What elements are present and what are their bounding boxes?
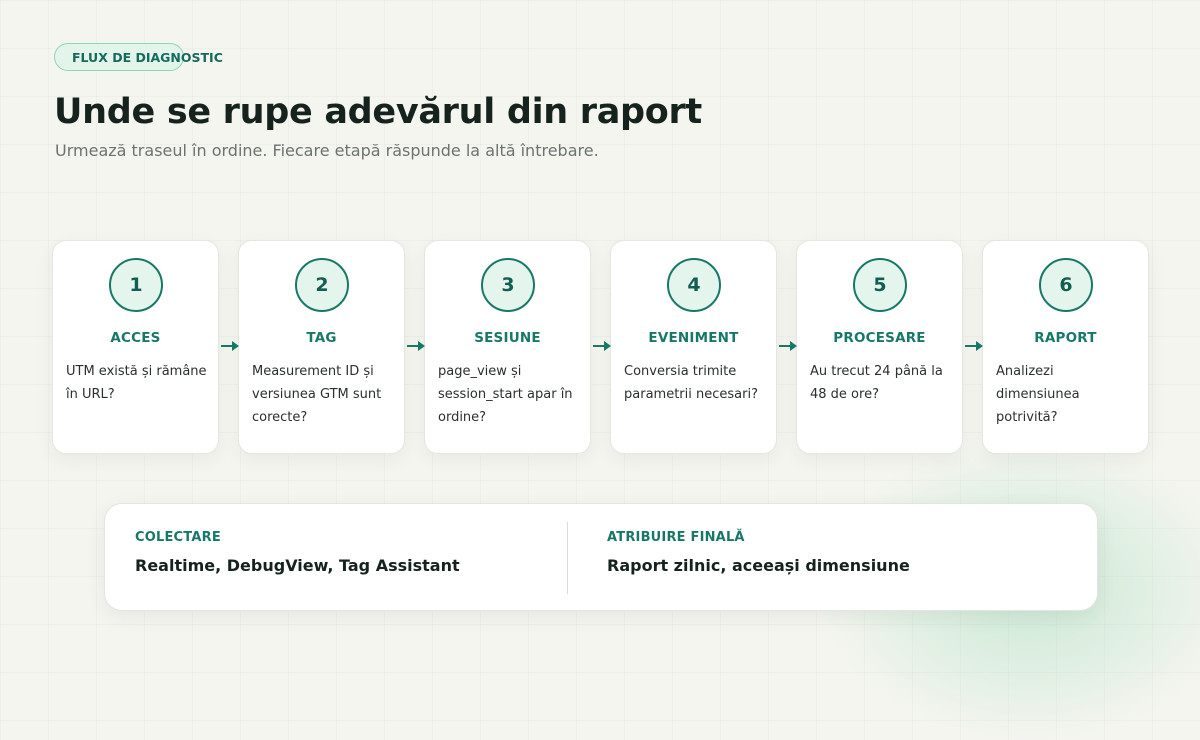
- summary-value: Raport zilnic, aceeași dimensiune: [607, 556, 910, 575]
- step-title: TAG: [306, 330, 337, 346]
- step-number-badge: 6: [1039, 258, 1093, 312]
- step-card-sesiune: 3 SESIUNE page_view și session_start apa…: [424, 240, 591, 454]
- step-card-acces: 1 ACCES UTM există și rămâne în URL?: [52, 240, 219, 454]
- summary-label: ATRIBUIRE FINALĂ: [607, 530, 745, 545]
- step-number-badge: 4: [667, 258, 721, 312]
- summary-value: Realtime, DebugView, Tag Assistant: [135, 556, 460, 575]
- step-number-badge: 3: [481, 258, 535, 312]
- arrow-right-icon: [221, 341, 239, 351]
- step-card-procesare: 5 PROCESARE Au trecut 24 până la 48 de o…: [796, 240, 963, 454]
- summary-divider: [567, 522, 568, 594]
- page-subtitle: Urmează traseul în ordine. Fiecare etapă…: [55, 141, 599, 160]
- step-number-badge: 5: [853, 258, 907, 312]
- step-card-eveniment: 4 EVENIMENT Conversia trimite parametrii…: [610, 240, 777, 454]
- step-description: Au trecut 24 până la 48 de ore?: [810, 364, 943, 402]
- step-title: ACCES: [110, 330, 161, 346]
- step-description: page_view și session_start apar în ordin…: [438, 364, 573, 425]
- step-description: Conversia trimite parametrii necesari?: [624, 364, 758, 402]
- step-title: RAPORT: [1034, 330, 1097, 346]
- arrow-right-icon: [593, 341, 611, 351]
- summary-label: COLECTARE: [135, 530, 221, 545]
- step-card-raport: 6 RAPORT Analizezi dimensiunea potrivită…: [982, 240, 1149, 454]
- step-description: UTM există și rămâne în URL?: [66, 364, 207, 402]
- arrow-right-icon: [779, 341, 797, 351]
- summary-panel: COLECTARE Realtime, DebugView, Tag Assis…: [104, 503, 1098, 611]
- step-title: PROCESARE: [833, 330, 926, 346]
- step-description: Measurement ID și versiunea GTM sunt cor…: [252, 364, 382, 425]
- step-card-tag: 2 TAG Measurement ID și versiunea GTM su…: [238, 240, 405, 454]
- step-description: Analizezi dimensiunea potrivită?: [996, 364, 1080, 425]
- step-title: EVENIMENT: [648, 330, 739, 346]
- step-number-badge: 1: [109, 258, 163, 312]
- arrow-right-icon: [965, 341, 983, 351]
- arrow-right-icon: [407, 341, 425, 351]
- step-title: SESIUNE: [474, 330, 541, 346]
- step-number-badge: 2: [295, 258, 349, 312]
- page-title: Unde se rupe adevărul din raport: [54, 92, 702, 132]
- section-eyebrow-badge: FLUX DE DIAGNOSTIC: [54, 43, 223, 71]
